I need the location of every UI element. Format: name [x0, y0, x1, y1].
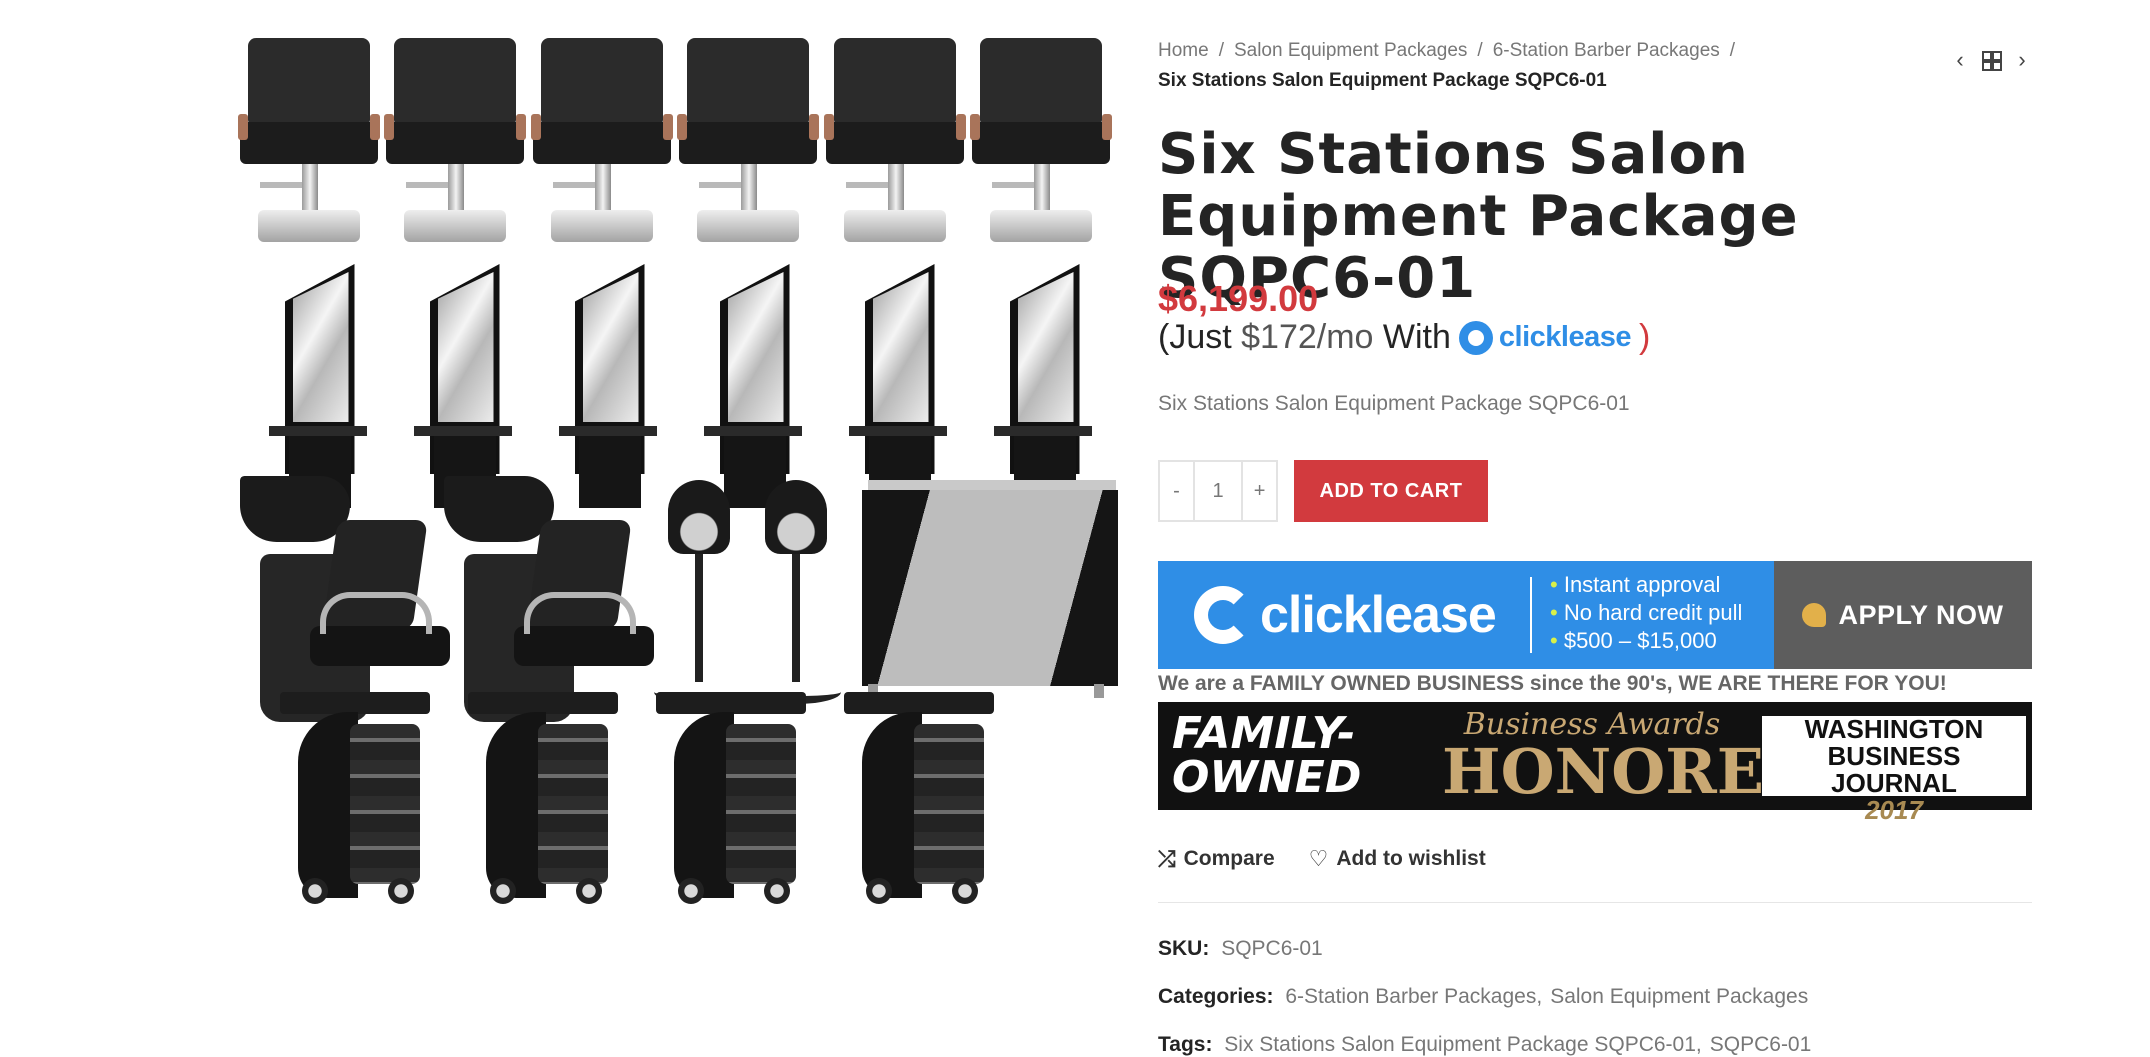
clicklease-wordmark: clicklease: [1498, 321, 1632, 353]
tags-label: Tags:: [1158, 1033, 1213, 1056]
benefit-item: $500 – $15,000: [1550, 627, 1742, 655]
divider: [1158, 902, 2032, 903]
quantity-input[interactable]: 1: [1192, 462, 1244, 520]
apply-now-button[interactable]: APPLY NOW: [1774, 561, 2032, 669]
category-link[interactable]: Salon Equipment Packages: [1550, 985, 1808, 1008]
styling-station: [986, 264, 1092, 512]
breadcrumb-6-station-barber-packages[interactable]: 6-Station Barber Packages: [1493, 40, 1720, 61]
apply-now-label: APPLY NOW: [1838, 599, 2004, 630]
backwash-unit: [443, 476, 654, 722]
sku-row: SKU: SQPC6-01: [1158, 937, 1323, 961]
award-year: 2017: [1865, 795, 1923, 825]
chevron-right-icon[interactable]: ›: [2012, 49, 2032, 71]
product-image[interactable]: [238, 34, 1118, 912]
category-link[interactable]: 6-Station Barber Packages: [1285, 985, 1536, 1008]
tags-row: Tags: Six Stations Salon Equipment Packa…: [1158, 1033, 1812, 1056]
grid-icon[interactable]: [1982, 51, 2002, 71]
trolleys-row: [240, 692, 1150, 912]
salon-trolley: [468, 692, 618, 904]
styling-station: [696, 264, 802, 512]
wbj-line: BUSINESS JOURNAL: [1827, 741, 1961, 798]
salon-trolley: [844, 692, 994, 904]
quantity-decrease-button[interactable]: -: [1160, 462, 1193, 520]
clicklease-icon: [1194, 586, 1252, 644]
compare-button[interactable]: ⤮ Compare: [1158, 846, 1275, 872]
breadcrumb-separator: /: [1729, 40, 1736, 61]
washington-business-journal-logo: WASHINGTON BUSINESS JOURNAL 2017: [1762, 714, 2026, 824]
breadcrumb-home[interactable]: Home: [1158, 40, 1209, 61]
divider: [1530, 577, 1532, 653]
honoree-label: HONOREE: [1442, 735, 1812, 808]
breadcrumb-salon-equipment-packages[interactable]: Salon Equipment Packages: [1234, 40, 1467, 61]
short-description: Six Stations Salon Equipment Package SQP…: [1158, 392, 1630, 415]
shuffle-icon: ⤮: [1158, 846, 1176, 871]
family-owned-graphic: FAMILY- OWNED: [1172, 712, 1442, 800]
product-navigation: ‹ ›: [1950, 49, 2032, 71]
styling-chair: [677, 34, 820, 246]
styling-stations-row: [240, 264, 1110, 512]
styling-chairs-row: [238, 34, 1112, 246]
chevron-left-icon[interactable]: ‹: [1950, 49, 1970, 71]
product-price: $6,199.00: [1158, 278, 1319, 319]
hood-dryer: [745, 476, 842, 722]
pointer-hand-icon: [1802, 603, 1827, 627]
sku-label: SKU:: [1158, 937, 1210, 960]
lease-prefix: (Just: [1158, 318, 1242, 356]
family-owned-line: FAMILY-: [1172, 708, 1356, 759]
breadcrumb-current: Six Stations Salon Equipment Package SQP…: [1158, 70, 1607, 91]
styling-station: [841, 264, 947, 512]
salon-trolley: [656, 692, 806, 904]
styling-chair: [384, 34, 527, 246]
breadcrumb-separator: /: [1477, 40, 1483, 61]
breadcrumb-separator: /: [1218, 40, 1224, 61]
add-to-wishlist-button[interactable]: ♡ Add to wishlist: [1309, 846, 1486, 872]
clicklease-benefits: Instant approval No hard credit pull $50…: [1550, 571, 1743, 655]
lease-offer: (Just $172/mo With clicklease ): [1158, 318, 1650, 357]
lease-monthly: $172/mo: [1241, 318, 1374, 356]
lease-with: With: [1373, 318, 1451, 356]
hood-dryer: [648, 476, 745, 722]
backwash-dryers-reception-row: [240, 476, 1118, 722]
product-actions: ⤮ Compare ♡ Add to wishlist: [1158, 846, 1486, 872]
business-awards-honoree: Business Awards HONOREE: [1442, 709, 1812, 808]
family-owned-note: We are a FAMILY OWNED BUSINESS since the…: [1158, 672, 1947, 695]
categories-row: Categories: 6-Station Barber Packages, Sa…: [1158, 985, 1809, 1008]
styling-chair: [238, 34, 380, 246]
compare-label: Compare: [1183, 847, 1275, 870]
wishlist-label: Add to wishlist: [1336, 847, 1486, 870]
clicklease-banner-brand: clicklease: [1260, 586, 1497, 644]
clicklease-banner-info: clicklease Instant approval No hard cred…: [1158, 561, 1774, 669]
tag-link[interactable]: SQPC6-01: [1710, 1033, 1812, 1056]
heart-icon: ♡: [1308, 846, 1329, 871]
benefit-item: Instant approval: [1550, 571, 1742, 599]
add-to-cart-button[interactable]: ADD TO CART: [1294, 460, 1488, 522]
wbj-line: WASHINGTON: [1804, 714, 1984, 744]
lease-close: ): [1638, 318, 1651, 356]
reception-desk: [861, 476, 1118, 706]
benefit-item: No hard credit pull: [1550, 599, 1743, 627]
breadcrumb: Home / Salon Equipment Packages / 6-Station …: [1158, 36, 1878, 96]
styling-station: [406, 264, 512, 512]
quantity-increase-button[interactable]: +: [1243, 462, 1276, 520]
award-banner: FAMILY- OWNED Business Awards HONOREE WA…: [1158, 702, 2032, 824]
styling-chair: [823, 34, 966, 246]
styling-station: [261, 264, 367, 512]
family-owned-line: OWNED: [1172, 752, 1362, 803]
quantity-stepper: - 1 +: [1158, 460, 1278, 522]
sku-value: SQPC6-01: [1221, 937, 1323, 960]
backwash-unit: [240, 476, 450, 722]
styling-chair: [969, 34, 1112, 246]
categories-label: Categories:: [1158, 985, 1274, 1008]
clicklease-logo[interactable]: clicklease: [1458, 320, 1632, 355]
salon-trolley: [280, 692, 430, 904]
styling-station: [551, 264, 657, 512]
tag-link[interactable]: Six Stations Salon Equipment Package SQP…: [1224, 1033, 1696, 1056]
clicklease-banner[interactable]: clicklease Instant approval No hard cred…: [1158, 561, 2032, 669]
styling-chair: [530, 34, 673, 246]
clicklease-icon: [1458, 320, 1493, 355]
